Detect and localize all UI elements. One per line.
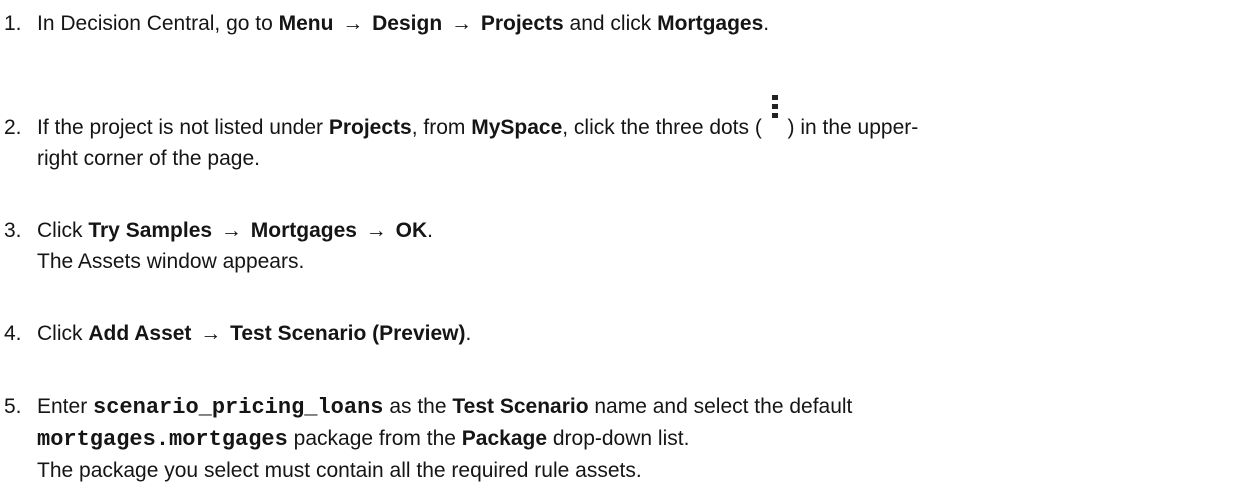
scenario-name-code: scenario_pricing_loans (93, 395, 384, 420)
arrow-icon: → (365, 219, 387, 242)
arrow-icon: → (200, 322, 222, 345)
step-number: 4. (4, 322, 22, 345)
step-number: 2. (4, 116, 22, 139)
step-1: 1. In Decision Central, go to Menu → Des… (0, 8, 1240, 39)
ok-label: OK (395, 219, 428, 242)
step-3: 3. Click Try Samples → Mortgages → OK. Th… (0, 215, 1240, 277)
arrow-icon: → (451, 12, 472, 35)
step-3-result: The Assets window appears. (37, 250, 305, 273)
step-4-text: Click Add Asset → Test Scenario (Preview… (37, 322, 472, 345)
mortgages-label: Mortgages (250, 219, 357, 242)
projects-label: Projects (480, 12, 564, 35)
step-4: 4. Click Add Asset → Test Scenario (Prev… (0, 318, 1240, 349)
procedure-steps: 1. In Decision Central, go to Menu → Des… (0, 0, 1247, 504)
projects-label: Projects (328, 116, 412, 139)
step-3-text: Click Try Samples → Mortgages → OK. The A… (37, 219, 433, 273)
step-5: 5. Enter scenario_pricing_loans as the T… (0, 391, 1240, 486)
step-2: 2. If the project is not listed under Pr… (0, 95, 1240, 174)
add-asset-label: Add Asset (88, 322, 192, 345)
step-5-note: The package you select must contain all … (37, 459, 642, 482)
test-scenario-preview-label: Test Scenario (Preview) (230, 322, 466, 345)
step-number: 3. (4, 219, 22, 242)
arrow-icon: → (220, 219, 242, 242)
test-scenario-label: Test Scenario (452, 395, 589, 418)
package-name-code: mortgages.mortgages (37, 427, 288, 452)
step-1-text: In Decision Central, go to Menu → Design… (37, 12, 770, 35)
menu-label: Menu (278, 12, 334, 35)
arrow-icon: → (342, 12, 364, 35)
myspace-label: MySpace (471, 116, 563, 139)
design-label: Design (372, 12, 443, 35)
step-5-text: Enter scenario_pricing_loans as the Test… (37, 395, 853, 482)
package-label: Package (461, 427, 548, 450)
mortgages-label: Mortgages (657, 12, 764, 35)
step-number: 1. (4, 12, 22, 35)
try-samples-label: Try Samples (88, 219, 213, 242)
step-number: 5. (4, 395, 22, 418)
kebab-menu-icon (768, 95, 782, 134)
step-2-text: If the project is not listed under Proje… (37, 95, 1240, 174)
